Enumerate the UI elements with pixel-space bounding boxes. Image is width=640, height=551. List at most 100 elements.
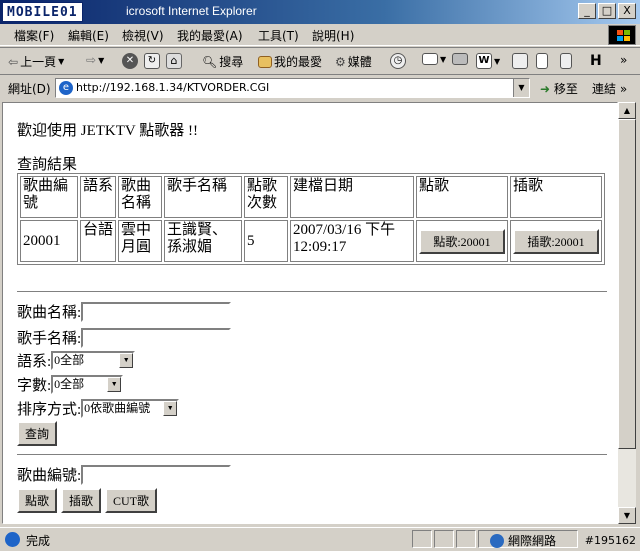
- stop-icon: ✕: [122, 53, 138, 69]
- status-text: 完成: [26, 534, 51, 548]
- song-name-input[interactable]: [81, 301, 232, 322]
- status-bar: 完成 網際網路 #195162: [0, 527, 640, 551]
- order-button[interactable]: 點歌: [17, 488, 58, 513]
- mail-icon: [422, 53, 438, 65]
- chevron-down-icon: ▼: [494, 56, 501, 66]
- edit-button[interactable]: W ▼: [476, 53, 500, 69]
- chevron-right-icon: »: [619, 82, 628, 96]
- order-buttons-row: 點歌 插歌 CUT歌: [17, 488, 158, 513]
- globe-icon: [490, 533, 504, 548]
- favorites-icon: [258, 55, 272, 68]
- media-button[interactable]: ⚙ 媒體: [335, 53, 372, 70]
- print-button[interactable]: [452, 53, 468, 65]
- cell-song-name: 雲中月圓: [118, 220, 162, 262]
- query-button[interactable]: 查詢: [17, 421, 58, 446]
- status-cell: [412, 530, 432, 548]
- search-icon: 🔍︎: [202, 54, 218, 69]
- forward-button[interactable]: ⇨ ▼: [86, 53, 104, 67]
- song-no-row: 歌曲編號:: [17, 464, 232, 485]
- chevron-down-icon: ▼: [58, 57, 65, 66]
- discuss-button[interactable]: [512, 53, 528, 69]
- sort-label: 排序方式:: [17, 402, 82, 418]
- research-icon: [560, 53, 572, 69]
- document-icon: [536, 53, 548, 69]
- zone-indicator: 網際網路: [490, 532, 556, 549]
- scroll-up-icon[interactable]: ▲: [618, 102, 636, 119]
- header-song-no: 歌曲編號: [20, 176, 78, 218]
- refresh-icon: ↻: [144, 53, 160, 69]
- query-row: 查詢: [17, 421, 58, 446]
- toolbar: ⇦ 上一頁 ▼ ⇨ ▼ ✕ ↻ ⌂ 🔍︎ 搜尋 我的最愛 ⚙ 媒體 ◷ ▼ W …: [0, 47, 640, 75]
- chevron-down-icon: ▼: [98, 55, 105, 65]
- go-arrow-icon: ➜: [540, 82, 551, 96]
- discuss-icon: [512, 53, 528, 69]
- maximize-button[interactable]: □: [598, 3, 616, 19]
- length-label: 字數:: [17, 378, 52, 394]
- watermark: #195162: [584, 534, 636, 547]
- menu-view[interactable]: 檢視(V): [122, 27, 164, 44]
- status-cell: [456, 530, 476, 548]
- chevron-down-icon[interactable]: ▼: [119, 353, 134, 368]
- lang-select[interactable]: 0全部 ▼: [51, 351, 136, 370]
- menu-bar: 檔案(F) 編輯(E) 檢視(V) 我的最愛(A) 工具(T) 說明(H): [0, 24, 640, 46]
- address-label: 網址(D): [8, 82, 51, 96]
- links-button[interactable]: 連結 »: [592, 80, 627, 97]
- menu-help[interactable]: 說明(H): [312, 27, 354, 44]
- result-title: 查詢結果: [17, 157, 78, 173]
- favorites-button[interactable]: 我的最愛: [258, 53, 322, 70]
- song-no-input[interactable]: [81, 464, 232, 485]
- chevron-down-icon[interactable]: ▼: [107, 377, 122, 392]
- cell-song-no: 20001: [20, 220, 78, 262]
- chevron-right-icon: »: [620, 53, 628, 67]
- vertical-scrollbar[interactable]: ▲ ▼: [618, 102, 636, 524]
- cut-button[interactable]: CUT歌: [105, 488, 158, 513]
- back-button[interactable]: ⇦ 上一頁 ▼: [8, 53, 64, 70]
- length-select[interactable]: 0全部 ▼: [51, 375, 124, 394]
- song-name-label: 歌曲名稱:: [17, 305, 82, 321]
- minimize-button[interactable]: _: [578, 3, 596, 19]
- stop-button[interactable]: ✕: [122, 53, 138, 69]
- window-title: icrosoft Internet Explorer: [126, 4, 257, 18]
- scroll-down-icon[interactable]: ▼: [618, 507, 636, 524]
- header-song-name: 歌曲名稱: [118, 176, 162, 218]
- insert-song-button[interactable]: 插歌:20001: [513, 228, 599, 254]
- menu-file[interactable]: 檔案(F): [14, 27, 54, 44]
- singer-row: 歌手名稱:: [17, 327, 232, 348]
- search-button[interactable]: 🔍︎ 搜尋: [202, 53, 243, 70]
- home-button[interactable]: ⌂: [166, 53, 182, 69]
- go-button[interactable]: ➜ 移至: [540, 80, 578, 97]
- ie-status-icon: [5, 532, 20, 547]
- header-count: 點歌次數: [244, 176, 288, 218]
- sort-select[interactable]: 0依歌曲編號 ▼: [81, 399, 180, 418]
- menu-edit[interactable]: 編輯(E): [68, 27, 109, 44]
- cell-date: 2007/03/16 下午 12:09:17: [290, 220, 414, 262]
- cell-insert: 插歌:20001: [510, 220, 602, 262]
- header-order: 點歌: [416, 176, 508, 218]
- title-bar: MOBILE01 icrosoft Internet Explorer _ □ …: [0, 0, 640, 24]
- h-button[interactable]: H: [590, 53, 602, 69]
- messenger-button[interactable]: [536, 53, 548, 69]
- welcome-text: 歡迎使用 JETKTV 點歌器 !!: [17, 123, 198, 139]
- status-cell: [434, 530, 454, 548]
- singer-input[interactable]: [81, 327, 232, 348]
- scroll-thumb[interactable]: [618, 119, 636, 449]
- research-button[interactable]: [560, 53, 572, 69]
- singer-label: 歌手名稱:: [17, 331, 82, 347]
- home-icon: ⌂: [166, 53, 182, 69]
- order-song-button[interactable]: 點歌:20001: [419, 228, 505, 254]
- chevron-down-icon[interactable]: ▼: [163, 401, 178, 416]
- cell-order: 點歌:20001: [416, 220, 508, 262]
- menu-favorites[interactable]: 我的最愛(A): [177, 27, 243, 44]
- length-row: 字數: 0全部 ▼: [17, 374, 124, 395]
- refresh-button[interactable]: ↻: [144, 53, 160, 69]
- address-input[interactable]: e http://192.168.1.34/KTVORDER.CGI ▼: [55, 78, 530, 98]
- toolbar-overflow-button[interactable]: »: [620, 53, 627, 67]
- chevron-down-icon[interactable]: ▼: [513, 79, 529, 97]
- mail-button[interactable]: ▼: [422, 53, 446, 65]
- table-row: 20001 台語 雲中月圓 王識賢、孫淑媚 5 2007/03/16 下午 12…: [20, 220, 602, 262]
- insert-button[interactable]: 插歌: [61, 488, 102, 513]
- history-icon: ◷: [390, 53, 406, 69]
- menu-tools[interactable]: 工具(T): [258, 27, 299, 44]
- close-button[interactable]: X: [618, 3, 636, 19]
- history-button[interactable]: ◷: [390, 53, 406, 69]
